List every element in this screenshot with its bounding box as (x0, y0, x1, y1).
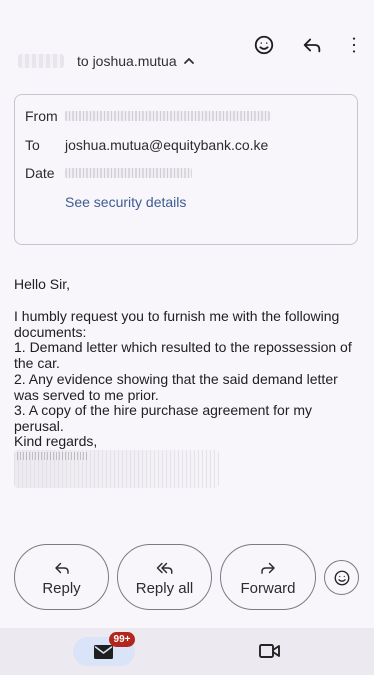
message-item-2: 2. Any evidence showing that the said de… (14, 371, 338, 403)
bottom-navigation: 99+ (0, 628, 374, 675)
redacted-date-value (65, 168, 192, 178)
emoji-icon[interactable] (252, 33, 276, 57)
from-label: From (25, 108, 58, 124)
redacted-sender-name (18, 54, 64, 68)
unread-count-badge: 99+ (109, 632, 135, 647)
video-camera-icon (259, 644, 280, 658)
recipient-summary[interactable]: to joshua.mutua (77, 52, 177, 70)
redacted-signature-text (17, 452, 89, 460)
email-header: to joshua.mutua (0, 0, 374, 86)
more-vertical-icon[interactable] (342, 33, 366, 57)
forward-button[interactable]: Forward (220, 544, 316, 610)
meet-tab[interactable] (258, 642, 281, 660)
forward-label: Forward (240, 580, 296, 597)
date-label: Date (25, 165, 55, 181)
reply-icon (55, 562, 69, 574)
message-item-3: 3. A copy of the hire purchase agreement… (14, 402, 313, 434)
message-greeting: Hello Sir, (14, 276, 71, 292)
reply-label: Reply (42, 580, 81, 597)
to-label: To (25, 137, 40, 153)
emoji-icon (334, 570, 350, 586)
message-intro: I humbly request you to furnish me with … (14, 308, 340, 340)
reply-all-label: Reply all (135, 580, 194, 597)
reply-all-button[interactable]: Reply all (117, 544, 212, 610)
redacted-from-value (65, 111, 270, 121)
chevron-up-icon[interactable] (183, 55, 195, 67)
add-reaction-button[interactable] (324, 560, 359, 595)
mail-icon (94, 645, 113, 659)
message-details-card: From To joshua.mutua@equitybank.co.ke Da… (14, 94, 358, 245)
to-value: joshua.mutua@equitybank.co.ke (65, 137, 269, 153)
security-details-link[interactable]: See security details (65, 193, 186, 211)
reply-icon[interactable] (300, 33, 324, 57)
reply-button[interactable]: Reply (14, 544, 109, 610)
message-item-1: 1. Demand letter which resulted to the r… (14, 339, 352, 371)
header-actions (252, 33, 364, 57)
forward-icon (261, 562, 275, 574)
reply-all-icon (156, 562, 173, 574)
message-closing: Kind regards, (14, 433, 98, 449)
